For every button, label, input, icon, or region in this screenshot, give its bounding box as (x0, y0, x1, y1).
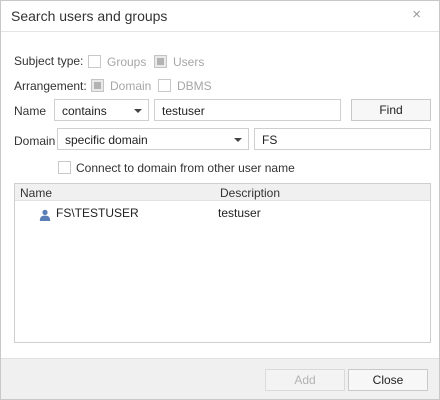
name-label: Name (14, 104, 47, 118)
add-button[interactable]: Add (265, 369, 345, 391)
domain-arrangement-label: Domain (110, 79, 152, 93)
dbms-checkbox-label: DBMS (177, 79, 212, 93)
domain-dropdown[interactable]: specific domain (57, 128, 249, 150)
name-condition-value: contains (62, 104, 107, 118)
subject-type-label: Subject type: (14, 54, 84, 68)
domain-input[interactable]: FS (254, 128, 431, 150)
domain-dropdown-value: specific domain (65, 133, 148, 147)
results-table-header: Name Description (15, 184, 430, 201)
name-search-input[interactable]: testuser (154, 99, 341, 121)
column-header-name[interactable]: Name (20, 186, 52, 200)
connect-other-user-checkbox[interactable] (58, 161, 71, 174)
groups-checkbox-label: Groups (107, 55, 147, 69)
users-checkbox-label: Users (173, 55, 205, 69)
domain-input-value: FS (262, 133, 278, 147)
column-header-description[interactable]: Description (220, 186, 280, 200)
table-row[interactable]: FS\TESTUSER testuser (15, 203, 430, 223)
chevron-down-icon (134, 109, 142, 113)
groups-checkbox[interactable] (88, 55, 101, 68)
connect-other-user-label: Connect to domain from other user name (76, 161, 295, 175)
domain-arrangement-checkbox[interactable] (91, 79, 104, 92)
row-name-cell: FS\TESTUSER (56, 206, 139, 220)
dialog-footer: Add Close (1, 358, 439, 399)
title-divider (1, 31, 439, 32)
row-description-cell: testuser (218, 206, 261, 220)
user-icon (39, 209, 51, 221)
users-checkbox[interactable] (154, 55, 167, 68)
domain-label: Domain (14, 134, 56, 148)
chevron-down-icon (234, 138, 242, 142)
dialog-titlebar: Search users and groups × (1, 1, 439, 31)
close-icon[interactable]: × (412, 7, 421, 23)
dialog-title: Search users and groups (11, 8, 168, 24)
close-button[interactable]: Close (348, 369, 428, 391)
arrangement-label: Arrangement: (14, 79, 87, 93)
search-users-dialog: Search users and groups × Subject type: … (0, 0, 440, 400)
find-button[interactable]: Find (351, 99, 431, 121)
name-search-value: testuser (162, 104, 205, 118)
results-table[interactable]: Name Description FS\TESTUSER testuser (14, 183, 431, 343)
name-condition-dropdown[interactable]: contains (54, 99, 149, 121)
dbms-checkbox[interactable] (158, 79, 171, 92)
